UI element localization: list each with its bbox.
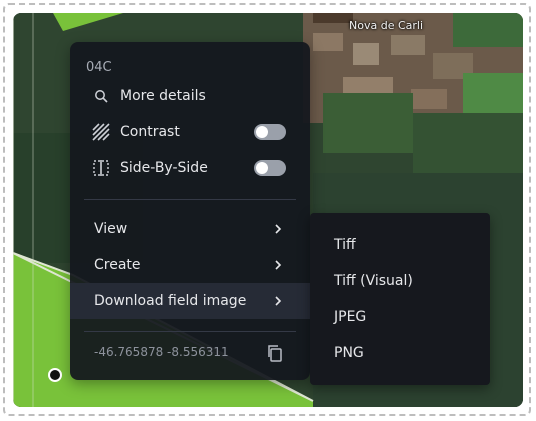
download-tiff-label: Tiff	[334, 237, 356, 253]
more-details-item[interactable]: More details	[70, 78, 310, 114]
download-jpeg-item[interactable]: JPEG	[310, 299, 490, 335]
toggle-knob	[256, 126, 268, 138]
search-icon	[92, 87, 110, 105]
menu-divider	[84, 331, 296, 332]
download-png-item[interactable]: PNG	[310, 335, 490, 371]
download-tiff-visual-item[interactable]: Tiff (Visual)	[310, 263, 490, 299]
coordinates-text: -46.765878 -8.556311	[94, 345, 229, 359]
place-label: Nova de Carli	[349, 19, 424, 32]
menu-divider	[84, 199, 296, 200]
side-by-side-toggle[interactable]	[254, 160, 286, 176]
side-by-side-item[interactable]: Side-By-Side	[70, 150, 310, 186]
view-item[interactable]: View	[70, 211, 310, 247]
chevron-right-icon	[275, 224, 282, 234]
contrast-item[interactable]: Contrast	[70, 114, 310, 150]
map-marker[interactable]	[48, 368, 62, 382]
toggle-knob	[256, 162, 268, 174]
split-view-icon	[92, 159, 110, 177]
contrast-toggle[interactable]	[254, 124, 286, 140]
more-details-label: More details	[120, 88, 206, 104]
download-tiff-item[interactable]: Tiff	[310, 227, 490, 263]
download-tiff-visual-label: Tiff (Visual)	[334, 273, 413, 289]
hatch-icon	[92, 123, 110, 141]
download-png-label: PNG	[334, 345, 364, 361]
download-field-image-item[interactable]: Download field image	[70, 283, 310, 319]
menu-title: 04C	[86, 60, 112, 75]
download-submenu: Tiff Tiff (Visual) JPEG PNG	[310, 213, 490, 385]
chevron-right-icon	[275, 260, 282, 270]
create-item[interactable]: Create	[70, 247, 310, 283]
chevron-right-icon	[275, 296, 282, 306]
download-jpeg-label: JPEG	[334, 309, 367, 325]
copy-icon[interactable]	[266, 344, 284, 362]
field-context-menu: 04C More details Contrast Side-By-Side V…	[70, 42, 310, 380]
